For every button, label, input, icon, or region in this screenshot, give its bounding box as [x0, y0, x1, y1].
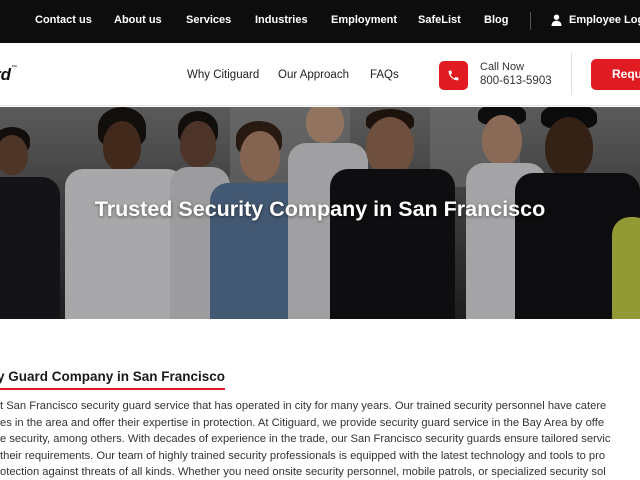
hero-banner: Trusted Security Company in San Francisc… [0, 107, 640, 319]
topbar-link-about[interactable]: About us [114, 14, 162, 26]
hero-title: Trusted Security Company in San Francisc… [94, 197, 546, 221]
intro-paragraph: t San Francisco security guard service t… [0, 398, 640, 480]
paragraph-line: their requirements. Our team of highly t… [0, 449, 606, 462]
header-divider [571, 53, 572, 95]
request-quote-button[interactable]: Requ [591, 59, 640, 90]
employee-login-link[interactable]: Employee Login [569, 14, 640, 26]
nav-faqs[interactable]: FAQs [370, 69, 399, 81]
section-heading: y Guard Company in San Francisco [0, 369, 226, 384]
call-phone-number[interactable]: 800-613-5903 [480, 75, 552, 87]
top-utility-bar: Contact us About us Services Industries … [0, 0, 640, 43]
site-logo[interactable]: rd™ [0, 65, 17, 85]
heading-underline [0, 388, 225, 390]
topbar-link-safelist[interactable]: SafeList [418, 14, 461, 26]
paragraph-line: otection against threats of all kinds. W… [0, 466, 606, 479]
phone-icon [448, 70, 459, 81]
person-icon [551, 14, 562, 26]
call-now-label: Call Now [480, 61, 525, 73]
call-button[interactable] [439, 61, 468, 90]
topbar-link-blog[interactable]: Blog [484, 14, 508, 26]
paragraph-line: t San Francisco security guard service t… [0, 400, 607, 412]
topbar-link-industries[interactable]: Industries [255, 14, 308, 26]
nav-why-citiguard[interactable]: Why Citiguard [187, 69, 259, 81]
paragraph-line: es in the area and offer their expertise… [0, 416, 605, 429]
paragraph-line: e security, among others. With decades o… [0, 433, 611, 446]
topbar-link-employment[interactable]: Employment [331, 14, 397, 26]
topbar-link-contact[interactable]: Contact us [35, 14, 92, 26]
nav-our-approach[interactable]: Our Approach [278, 69, 349, 81]
topbar-divider [530, 12, 531, 30]
topbar-link-services[interactable]: Services [186, 14, 231, 26]
